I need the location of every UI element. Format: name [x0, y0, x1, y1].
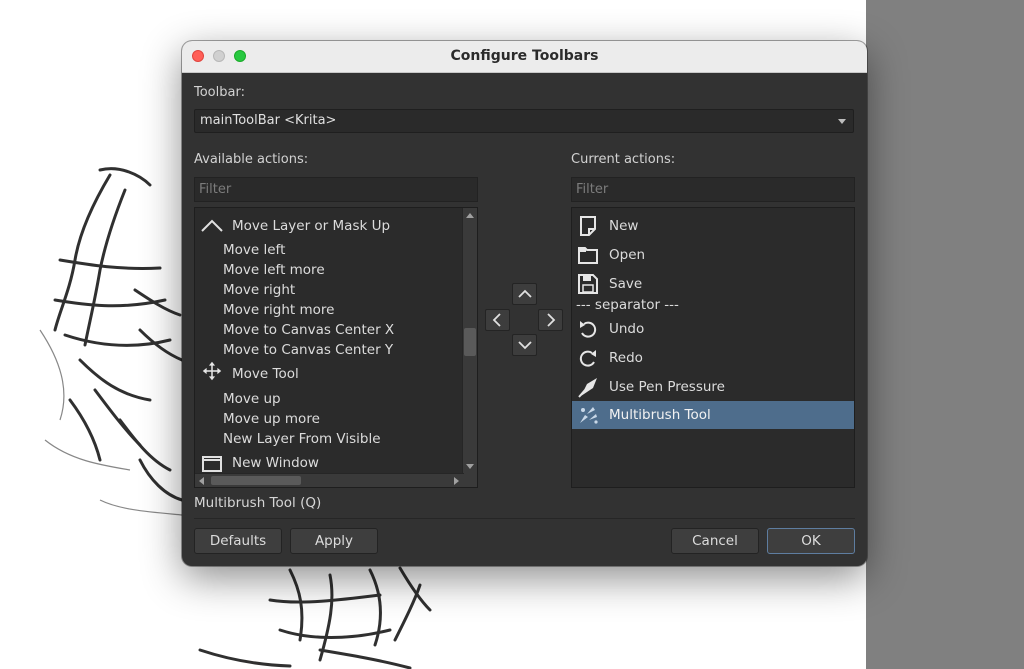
available-horizontal-scrollbar[interactable]	[195, 473, 464, 487]
list-item[interactable]: Move Layer or Mask Up	[195, 216, 463, 236]
list-item-label: Move up	[223, 391, 281, 407]
chevron-up-icon	[518, 289, 532, 298]
list-item-label: New Layer From Visible	[223, 431, 381, 447]
list-item-label: Move up more	[223, 411, 320, 427]
available-filter-placeholder: Filter	[199, 182, 232, 197]
cancel-button[interactable]: Cancel	[671, 528, 759, 554]
current-actions-label: Current actions:	[571, 152, 676, 167]
chevron-up-icon	[199, 216, 225, 236]
toolbar-label: Toolbar:	[194, 85, 245, 100]
multibrush-icon	[577, 404, 603, 426]
cancel-button-label: Cancel	[692, 533, 738, 549]
ok-button[interactable]: OK	[767, 528, 855, 554]
scroll-down-icon[interactable]	[466, 464, 474, 469]
defaults-button-label: Defaults	[209, 533, 267, 549]
undo-icon	[577, 318, 603, 340]
list-item-label: Undo	[609, 321, 645, 337]
list-item[interactable]: Move left more	[195, 260, 463, 280]
list-item[interactable]: New	[572, 215, 854, 237]
list-item[interactable]: Move right	[195, 280, 463, 300]
list-item[interactable]: Move to Canvas Center X	[195, 320, 463, 340]
available-vertical-scrollbar[interactable]	[462, 208, 477, 487]
list-item-label: Save	[609, 276, 643, 292]
current-filter-placeholder: Filter	[576, 182, 609, 197]
apply-button[interactable]: Apply	[290, 528, 378, 554]
list-item-label: Move left	[223, 242, 286, 258]
current-filter-input[interactable]: Filter	[571, 177, 855, 202]
available-actions-list[interactable]: Move Layer or Mask Up Move left Move lef…	[194, 207, 478, 488]
remove-action-button[interactable]	[485, 309, 510, 331]
divider	[194, 518, 855, 519]
list-item-label: Move to Canvas Center Y	[223, 342, 394, 358]
ok-button-label: OK	[801, 533, 821, 549]
list-item[interactable]: New Layer From Visible	[195, 429, 463, 449]
side-panel-background	[866, 0, 1024, 669]
scroll-thumb[interactable]	[464, 328, 476, 356]
list-item[interactable]: Redo	[572, 347, 854, 369]
save-icon	[577, 273, 603, 295]
chevron-left-icon	[492, 313, 501, 327]
list-item-label: Open	[609, 247, 646, 263]
list-item[interactable]: Move Tool	[195, 361, 463, 384]
defaults-button[interactable]: Defaults	[194, 528, 282, 554]
add-action-button[interactable]	[538, 309, 563, 331]
scroll-right-icon[interactable]	[454, 477, 459, 485]
list-item[interactable]: New Window	[195, 453, 463, 473]
chevron-down-icon	[838, 119, 846, 124]
list-item-label: Multibrush Tool	[609, 407, 711, 423]
scroll-left-icon[interactable]	[199, 477, 204, 485]
redo-icon	[577, 347, 603, 369]
list-item[interactable]: --- separator ---	[572, 295, 854, 315]
list-item-label: Move left more	[223, 262, 325, 278]
list-item-selected[interactable]: Multibrush Tool	[572, 401, 854, 429]
available-actions-label: Available actions:	[194, 152, 309, 167]
list-item-label: New Window	[232, 455, 319, 471]
action-status-text: Multibrush Tool (Q)	[194, 495, 322, 511]
list-item-label: Move right more	[223, 302, 335, 318]
current-actions-list[interactable]: New Open Save --- separator --- Undo Red…	[571, 207, 855, 488]
toolbar-select-value: mainToolBar <Krita>	[200, 113, 337, 128]
toolbar-select[interactable]: mainToolBar <Krita>	[194, 109, 854, 133]
title-bar[interactable]: Configure Toolbars	[182, 41, 867, 73]
list-item-label: Move Tool	[232, 366, 299, 382]
list-item-label: Move right	[223, 282, 296, 298]
window-icon	[199, 453, 225, 473]
dialog-title: Configure Toolbars	[450, 48, 599, 64]
move-up-button[interactable]	[512, 283, 537, 305]
folder-icon	[577, 244, 603, 266]
list-item[interactable]: Save	[572, 273, 854, 295]
scroll-up-icon[interactable]	[466, 213, 474, 218]
list-item[interactable]: Move to Canvas Center Y	[195, 340, 463, 360]
configure-toolbars-dialog: Configure Toolbars Toolbar: mainToolBar …	[182, 41, 867, 566]
available-filter-input[interactable]: Filter	[194, 177, 478, 202]
list-item[interactable]: Move right more	[195, 300, 463, 320]
move-arrows-icon	[199, 361, 225, 384]
list-item-label: Redo	[609, 350, 643, 366]
list-item[interactable]: Open	[572, 244, 854, 266]
list-item-label: Use Pen Pressure	[609, 379, 725, 395]
move-down-button[interactable]	[512, 334, 537, 356]
list-item[interactable]: Undo	[572, 318, 854, 340]
chevron-down-icon	[518, 341, 532, 350]
list-item[interactable]: Move up	[195, 389, 463, 409]
chevron-right-icon	[547, 313, 556, 327]
pen-pressure-icon	[577, 376, 603, 398]
list-item-label: Move to Canvas Center X	[223, 322, 395, 338]
list-item[interactable]: Move left	[195, 240, 463, 260]
list-item-label: New	[609, 218, 639, 234]
scroll-thumb[interactable]	[211, 476, 301, 485]
apply-button-label: Apply	[314, 533, 354, 549]
list-item-label: Move Layer or Mask Up	[232, 218, 391, 234]
new-document-icon	[577, 215, 603, 237]
list-item-label: --- separator ---	[576, 297, 679, 313]
list-item[interactable]: Move up more	[195, 409, 463, 429]
list-item[interactable]: Use Pen Pressure	[572, 376, 854, 398]
